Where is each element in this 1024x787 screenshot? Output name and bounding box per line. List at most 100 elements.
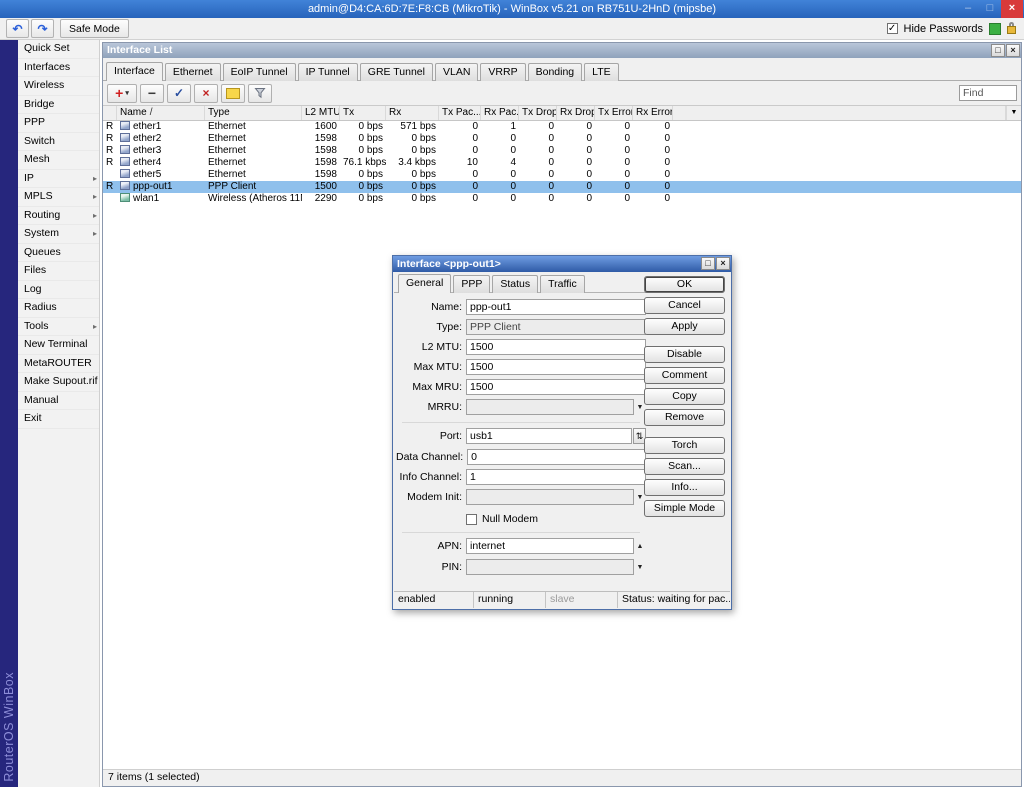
mrru-input[interactable] [466, 399, 634, 415]
sidebar-item-interfaces[interactable]: Interfaces [18, 59, 99, 78]
col-rx-drops[interactable]: Rx Drops [557, 106, 595, 120]
comment-button[interactable]: Comment [644, 367, 725, 384]
apn-up-arrow-icon[interactable]: ▲ [634, 543, 646, 550]
scan-button[interactable]: Scan... [644, 458, 725, 475]
sidebar-item-mpls[interactable]: MPLS▸ [18, 188, 99, 207]
sidebar-item-ip[interactable]: IP▸ [18, 170, 99, 189]
col-tx-drops[interactable]: Tx Drops [519, 106, 557, 120]
sidebar-item-queues[interactable]: Queues [18, 244, 99, 263]
tab-eoip-tunnel[interactable]: EoIP Tunnel [223, 63, 296, 81]
tab-ethernet[interactable]: Ethernet [165, 63, 221, 81]
table-row[interactable]: R ether2 Ethernet 1598 0 bps 0 bps 0 0 0… [103, 133, 1021, 145]
max-mru-input[interactable] [466, 379, 646, 395]
table-row[interactable]: wlan1 Wireless (Atheros 11N) 2290 0 bps … [103, 193, 1021, 205]
disable-button[interactable]: × [194, 84, 218, 103]
pin-dropdown-icon[interactable]: ▼ [634, 564, 646, 571]
cancel-button[interactable]: Cancel [644, 297, 725, 314]
col-type[interactable]: Type [205, 106, 302, 120]
tab-vrrp[interactable]: VRRP [480, 63, 525, 81]
find-input[interactable] [959, 85, 1017, 101]
comment-button[interactable] [221, 84, 245, 103]
close-button[interactable]: × [1001, 0, 1023, 18]
dialog-close-icon[interactable]: × [716, 257, 730, 270]
redo-button[interactable]: ↷ [31, 19, 54, 38]
sidebar-item-new-terminal[interactable]: New Terminal [18, 336, 99, 355]
sidebar-item-wireless[interactable]: Wireless [18, 77, 99, 96]
sidebar-item-metarouter[interactable]: MetaROUTER [18, 355, 99, 374]
col-rx[interactable]: Rx [386, 106, 439, 120]
sidebar-item-routing[interactable]: Routing▸ [18, 207, 99, 226]
port-input[interactable] [466, 428, 632, 444]
sidebar-item-exit[interactable]: Exit [18, 410, 99, 429]
interface-list-titlebar[interactable]: Interface List □ × [103, 43, 1021, 58]
maximize-button[interactable]: □ [979, 0, 1001, 18]
tab-interface[interactable]: Interface [106, 62, 163, 81]
tab-ip-tunnel[interactable]: IP Tunnel [298, 63, 358, 81]
tab-ppp[interactable]: PPP [453, 275, 490, 293]
sidebar-item-ppp[interactable]: PPP [18, 114, 99, 133]
port-field-row: Port: ⇅ [396, 428, 646, 444]
tab-vlan[interactable]: VLAN [435, 63, 478, 81]
enable-button[interactable]: ✓ [167, 84, 191, 103]
sidebar-item-system[interactable]: System▸ [18, 225, 99, 244]
sidebar-item-make-supout[interactable]: Make Supout.rif [18, 373, 99, 392]
l2mtu-input[interactable] [466, 339, 646, 355]
add-button[interactable]: +▾ [107, 84, 137, 103]
name-input[interactable] [466, 299, 646, 315]
info-channel-input[interactable] [466, 469, 646, 485]
tab-gre-tunnel[interactable]: GRE Tunnel [360, 63, 433, 81]
undo-button[interactable]: ↶ [6, 19, 29, 38]
col-name[interactable]: Name/ [117, 106, 205, 120]
copy-button[interactable]: Copy [644, 388, 725, 405]
col-tx-packets[interactable]: Tx Pac... [439, 106, 481, 120]
table-row[interactable]: R ether1 Ethernet 1600 0 bps 571 bps 0 1… [103, 121, 1021, 133]
table-row-selected[interactable]: R ppp-out1 PPP Client 1500 0 bps 0 bps 0… [103, 181, 1021, 193]
tab-general[interactable]: General [398, 274, 451, 293]
row-tx-drops: 0 [519, 169, 557, 181]
sidebar-item-files[interactable]: Files [18, 262, 99, 281]
null-modem-checkbox[interactable] [466, 514, 477, 525]
sidebar-item-manual[interactable]: Manual [18, 392, 99, 411]
sidebar-item-tools[interactable]: Tools▸ [18, 318, 99, 337]
col-tx[interactable]: Tx [340, 106, 386, 120]
safe-mode-button[interactable]: Safe Mode [60, 19, 129, 38]
disable-button[interactable]: Disable [644, 346, 725, 363]
column-select-dropdown-icon[interactable]: ▼ [1006, 106, 1021, 120]
col-rx-packets[interactable]: Rx Pac... [481, 106, 519, 120]
dialog-restore-icon[interactable]: □ [701, 257, 715, 270]
table-row[interactable]: R ether3 Ethernet 1598 0 bps 0 bps 0 0 0… [103, 145, 1021, 157]
apply-button[interactable]: Apply [644, 318, 725, 335]
col-rx-errors[interactable]: Rx Errors [633, 106, 673, 120]
remove-button[interactable]: Remove [644, 409, 725, 426]
col-l2mtu[interactable]: L2 MTU [302, 106, 340, 120]
ok-button[interactable]: OK [644, 276, 725, 293]
simple-mode-button[interactable]: Simple Mode [644, 500, 725, 517]
remove-button[interactable]: − [140, 84, 164, 103]
sidebar-item-quick-set[interactable]: Quick Set [18, 40, 99, 59]
max-mtu-input[interactable] [466, 359, 646, 375]
apn-input[interactable] [466, 538, 634, 554]
sidebar-item-switch[interactable]: Switch [18, 133, 99, 152]
data-channel-input[interactable] [467, 449, 646, 465]
table-row[interactable]: R ether4 Ethernet 1598 76.1 kbps 3.4 kbp… [103, 157, 1021, 169]
restore-window-icon[interactable]: □ [991, 44, 1005, 57]
sidebar-item-bridge[interactable]: Bridge [18, 96, 99, 115]
sidebar-item-log[interactable]: Log [18, 281, 99, 300]
sidebar-item-mesh[interactable]: Mesh [18, 151, 99, 170]
table-row[interactable]: ether5 Ethernet 1598 0 bps 0 bps 0 0 0 0… [103, 169, 1021, 181]
close-window-icon[interactable]: × [1006, 44, 1020, 57]
tab-status[interactable]: Status [492, 275, 538, 293]
pin-input[interactable] [466, 559, 634, 575]
tab-bonding[interactable]: Bonding [528, 63, 583, 81]
dialog-titlebar[interactable]: Interface <ppp-out1> □ × [393, 256, 731, 272]
filter-button[interactable] [248, 84, 272, 103]
col-tx-errors[interactable]: Tx Errors [595, 106, 633, 120]
tab-traffic[interactable]: Traffic [540, 275, 585, 293]
torch-button[interactable]: Torch [644, 437, 725, 454]
tab-lte[interactable]: LTE [584, 63, 618, 81]
modem-init-input[interactable] [466, 489, 634, 505]
info-button[interactable]: Info... [644, 479, 725, 496]
minimize-button[interactable]: – [957, 0, 979, 18]
sidebar-item-radius[interactable]: Radius [18, 299, 99, 318]
hide-passwords-checkbox[interactable]: ✓ [887, 23, 898, 34]
